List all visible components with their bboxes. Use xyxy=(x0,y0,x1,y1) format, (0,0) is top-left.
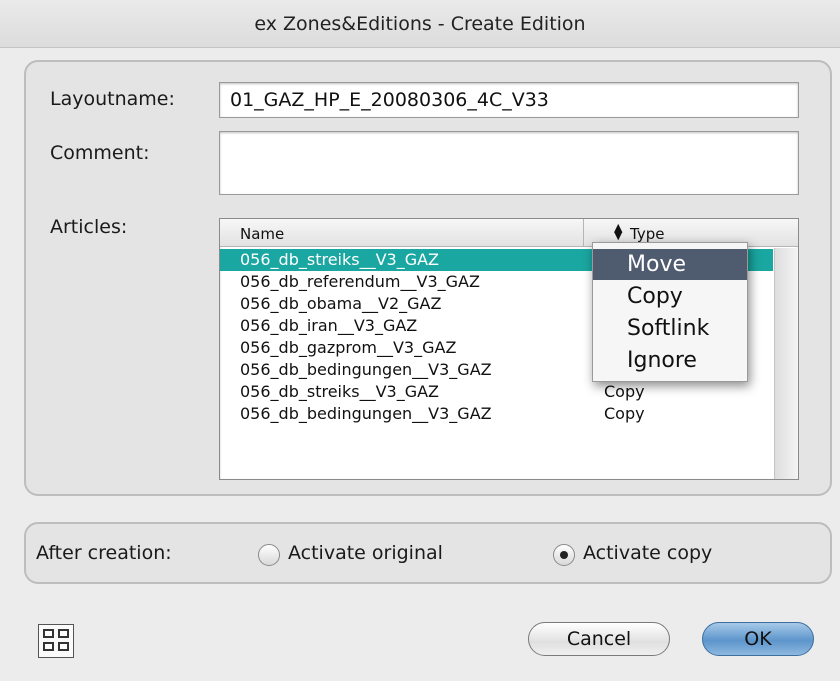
articles-label: Articles: xyxy=(50,216,128,238)
sort-arrows-icon[interactable]: ▲ ▼ xyxy=(614,222,622,241)
article-name: 056_db_referendum__V3_GAZ xyxy=(240,272,480,291)
layoutname-label: Layoutname: xyxy=(50,88,175,110)
grid-cell xyxy=(58,642,69,651)
article-name: 056_db_obama__V2_GAZ xyxy=(240,294,442,313)
grid-cell xyxy=(43,629,54,638)
menu-item-ignore[interactable]: Ignore xyxy=(593,345,747,376)
window-title: ex Zones&Editions - Create Edition xyxy=(254,13,586,35)
article-name: 056_db_bedingungen__V3_GAZ xyxy=(240,360,492,379)
after-creation-label: After creation: xyxy=(36,542,172,564)
ok-button[interactable]: OK xyxy=(702,622,814,656)
article-name: 056_db_streiks__V3_GAZ xyxy=(240,382,440,401)
column-divider[interactable] xyxy=(583,219,584,247)
layout-grid-icon[interactable] xyxy=(38,624,74,658)
article-name: 056_db_iran__V3_GAZ xyxy=(240,316,418,335)
article-name: 056_db_gazprom__V3_GAZ xyxy=(240,338,457,357)
column-header-type[interactable]: Type xyxy=(630,225,664,243)
window-titlebar: ex Zones&Editions - Create Edition xyxy=(0,0,840,48)
table-row[interactable]: 056_db_streiks__V3_GAZ Copy xyxy=(220,381,773,403)
table-row[interactable]: 056_db_bedingungen__V3_GAZ Copy xyxy=(220,403,773,425)
article-name: 056_db_bedingungen__V3_GAZ xyxy=(240,404,492,423)
article-type[interactable]: Copy xyxy=(604,382,645,401)
activate-copy-option[interactable]: Activate copy xyxy=(583,542,712,564)
radio-selected-icon[interactable] xyxy=(553,544,575,566)
menu-item-move[interactable]: Move xyxy=(593,249,747,280)
article-type[interactable]: Copy xyxy=(604,404,645,423)
grid-cell xyxy=(58,629,69,638)
type-popup-menu[interactable]: Move Copy Softlink Ignore xyxy=(592,242,748,382)
comment-label: Comment: xyxy=(50,142,150,164)
radio-unselected-icon[interactable] xyxy=(258,544,280,566)
comment-field[interactable] xyxy=(219,131,799,195)
cancel-button[interactable]: Cancel xyxy=(528,622,670,656)
activate-original-option[interactable]: Activate original xyxy=(288,542,443,564)
article-name: 056_db_streiks__V3_GAZ xyxy=(240,250,440,269)
menu-item-copy[interactable]: Copy xyxy=(593,281,747,312)
column-header-name[interactable]: Name xyxy=(240,225,284,243)
layoutname-field[interactable]: 01_GAZ_HP_E_20080306_4C_V33 xyxy=(219,82,799,118)
radio-dot xyxy=(560,551,568,559)
table-scrollbar[interactable] xyxy=(774,248,798,479)
grid-cell xyxy=(43,642,54,651)
menu-item-softlink[interactable]: Softlink xyxy=(593,313,747,344)
